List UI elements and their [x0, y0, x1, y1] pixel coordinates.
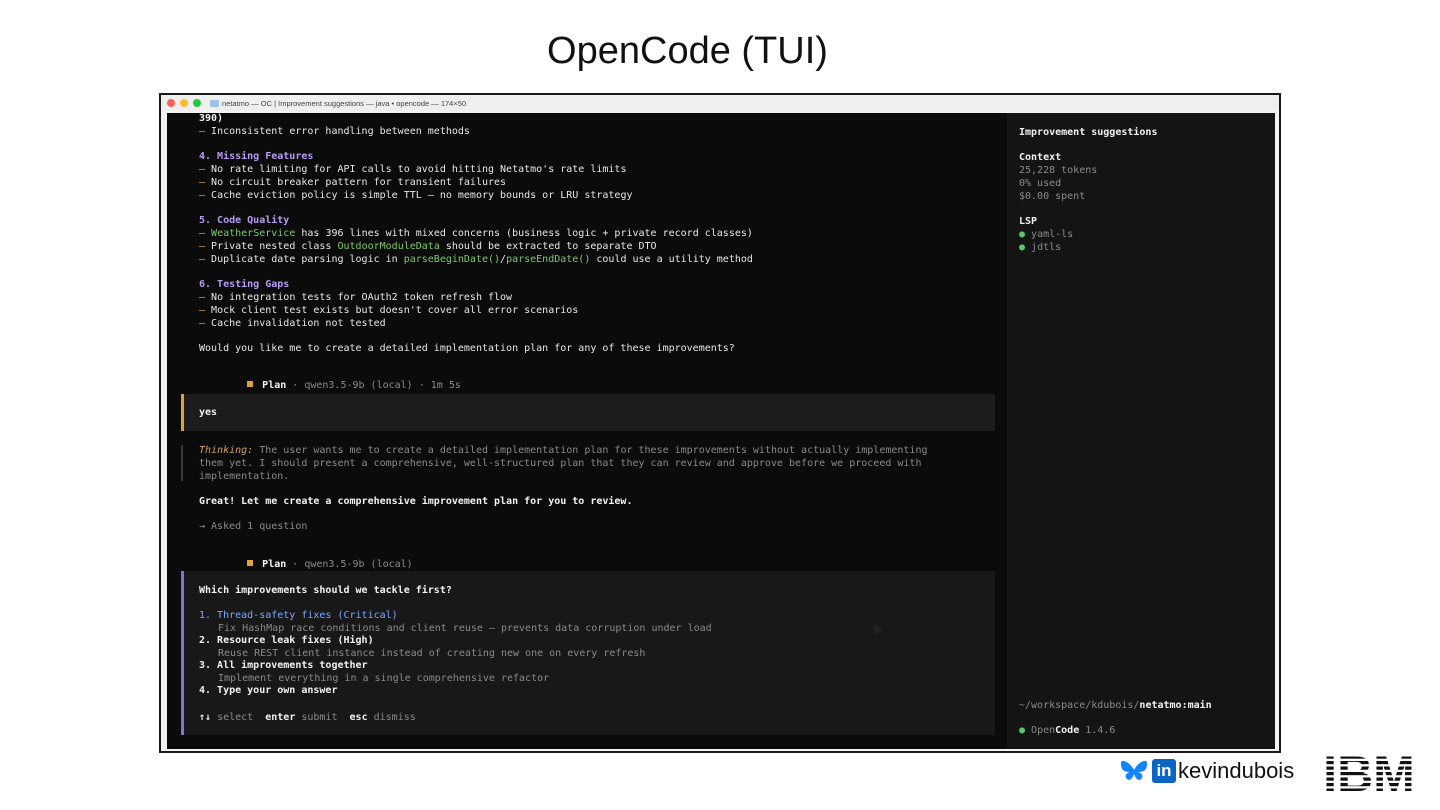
transcript-line: 5. Code Quality [199, 215, 290, 226]
author-handle: kevindubois [1178, 758, 1295, 783]
zoom-window-button[interactable] [193, 99, 201, 107]
lsp-label: LSP [1019, 216, 1038, 227]
bluesky-icon [1120, 760, 1148, 780]
enter-hint: enter [265, 712, 296, 723]
plan-label: Plan [262, 559, 287, 570]
context-used: 0% used [1019, 178, 1062, 189]
question-option-3[interactable]: 3. All improvements together [199, 660, 368, 672]
slide-title: OpenCode (TUI) [547, 30, 828, 72]
esc-hint: esc [349, 712, 368, 723]
status-dot-icon: ● [1019, 725, 1032, 736]
transcript-line: – No integration tests for OAuth2 token … [199, 292, 513, 303]
transcript-line: 4. Missing Features [199, 151, 314, 162]
workspace-path: ~/workspace/kdubois/netatmo:main [1019, 700, 1212, 711]
ibm-logo: IBM [1323, 750, 1415, 794]
thinking-line-3: implementation. [199, 471, 290, 482]
question-option-2[interactable]: 2. Resource leak fixes (High) [199, 635, 374, 647]
question-option-description: Reuse REST client instance instead of cr… [218, 648, 646, 659]
sidebar: Improvement suggestions Context 25,228 t… [1007, 113, 1275, 749]
arrows-hint: ↑↓ [199, 712, 212, 723]
plan-meta: · qwen3.5-9b (local) · 1m 5s [286, 380, 461, 391]
transcript-line: – No circuit breaker pattern for transie… [199, 177, 507, 188]
question-option-4[interactable]: 4. Type your own answer [199, 685, 337, 697]
status-dot-icon: ● [1019, 242, 1032, 253]
thinking-label: Thinking: [199, 445, 254, 456]
conversation-pane[interactable]: 390) – Inconsistent error handling betwee… [167, 113, 1007, 749]
user-message: yes [199, 407, 218, 418]
transcript-line: – No rate limiting for API calls to avoi… [199, 164, 627, 175]
context-label: Context [1019, 152, 1062, 163]
question-prompt: Which improvements should we tackle firs… [199, 585, 452, 596]
ibm-logo-text: IBM [1323, 750, 1415, 794]
question-option-description: Fix HashMap race conditions and client r… [218, 623, 712, 634]
terminal-screen[interactable]: 390) – Inconsistent error handling betwee… [167, 113, 1275, 749]
question-option-description: Implement everything in a single compreh… [218, 673, 550, 684]
user-message-block [181, 394, 995, 431]
window-title: netatmo — OC | Improvement suggestions —… [222, 98, 467, 108]
close-window-button[interactable] [167, 99, 175, 107]
question-option-1[interactable]: 1. Thread-safety fixes (Critical) [199, 610, 398, 622]
plan-meta: · qwen3.5-9b (local) [286, 559, 413, 570]
thinking-line-2: them yet. I should present a comprehensi… [199, 458, 922, 469]
plan-agent-icon [247, 560, 254, 566]
window-titlebar: netatmo — OC | Improvement suggestions —… [161, 95, 1279, 111]
transcript-line: – Mock client test exists but doesn't co… [199, 305, 579, 316]
transcript-line: – WeatherService has 396 lines with mixe… [199, 228, 753, 239]
transcript-line: – Cache eviction policy is simple TTL – … [199, 190, 633, 201]
transcript-line: – Private nested class OutdoorModuleData… [199, 241, 657, 252]
lsp-item: ● jdtls [1019, 242, 1062, 253]
token-count: 25,228 tokens [1019, 165, 1098, 176]
transcript-line: 390) [199, 113, 224, 124]
terminal-window: netatmo — OC | Improvement suggestions —… [159, 93, 1281, 753]
folder-icon [210, 99, 219, 107]
plan-agent-icon [247, 381, 254, 387]
cost-spent: $0.00 spent [1019, 191, 1086, 202]
transcript-line: 6. Testing Gaps [199, 279, 290, 290]
app-version: ● OpenCode 1.4.6 [1019, 725, 1116, 736]
asked-question-line[interactable]: → Asked 1 question [199, 521, 307, 533]
session-title: Improvement suggestions [1019, 127, 1158, 138]
minimize-window-button[interactable] [180, 99, 188, 107]
transcript-line: – Duplicate date parsing logic in parseB… [199, 254, 753, 265]
transcript-line: – Cache invalidation not tested [199, 318, 386, 329]
thinking-line-1: Thinking: The user wants me to create a … [199, 445, 928, 456]
status-dot-icon: ● [1019, 229, 1032, 240]
transcript-line: Would you like me to create a detailed i… [199, 343, 735, 354]
key-hints: ↑↓ select enter submit esc dismiss [199, 712, 416, 723]
lsp-item: ● yaml-ls [1019, 229, 1074, 240]
plan-label: Plan [262, 380, 287, 391]
transcript-line: – Inconsistent error handling between me… [199, 126, 470, 137]
footer-social: in kevindubois [1120, 758, 1294, 784]
thinking-bar [181, 445, 183, 481]
assistant-reply: Great! Let me create a comprehensive imp… [199, 496, 633, 507]
linkedin-icon: in [1152, 759, 1176, 783]
